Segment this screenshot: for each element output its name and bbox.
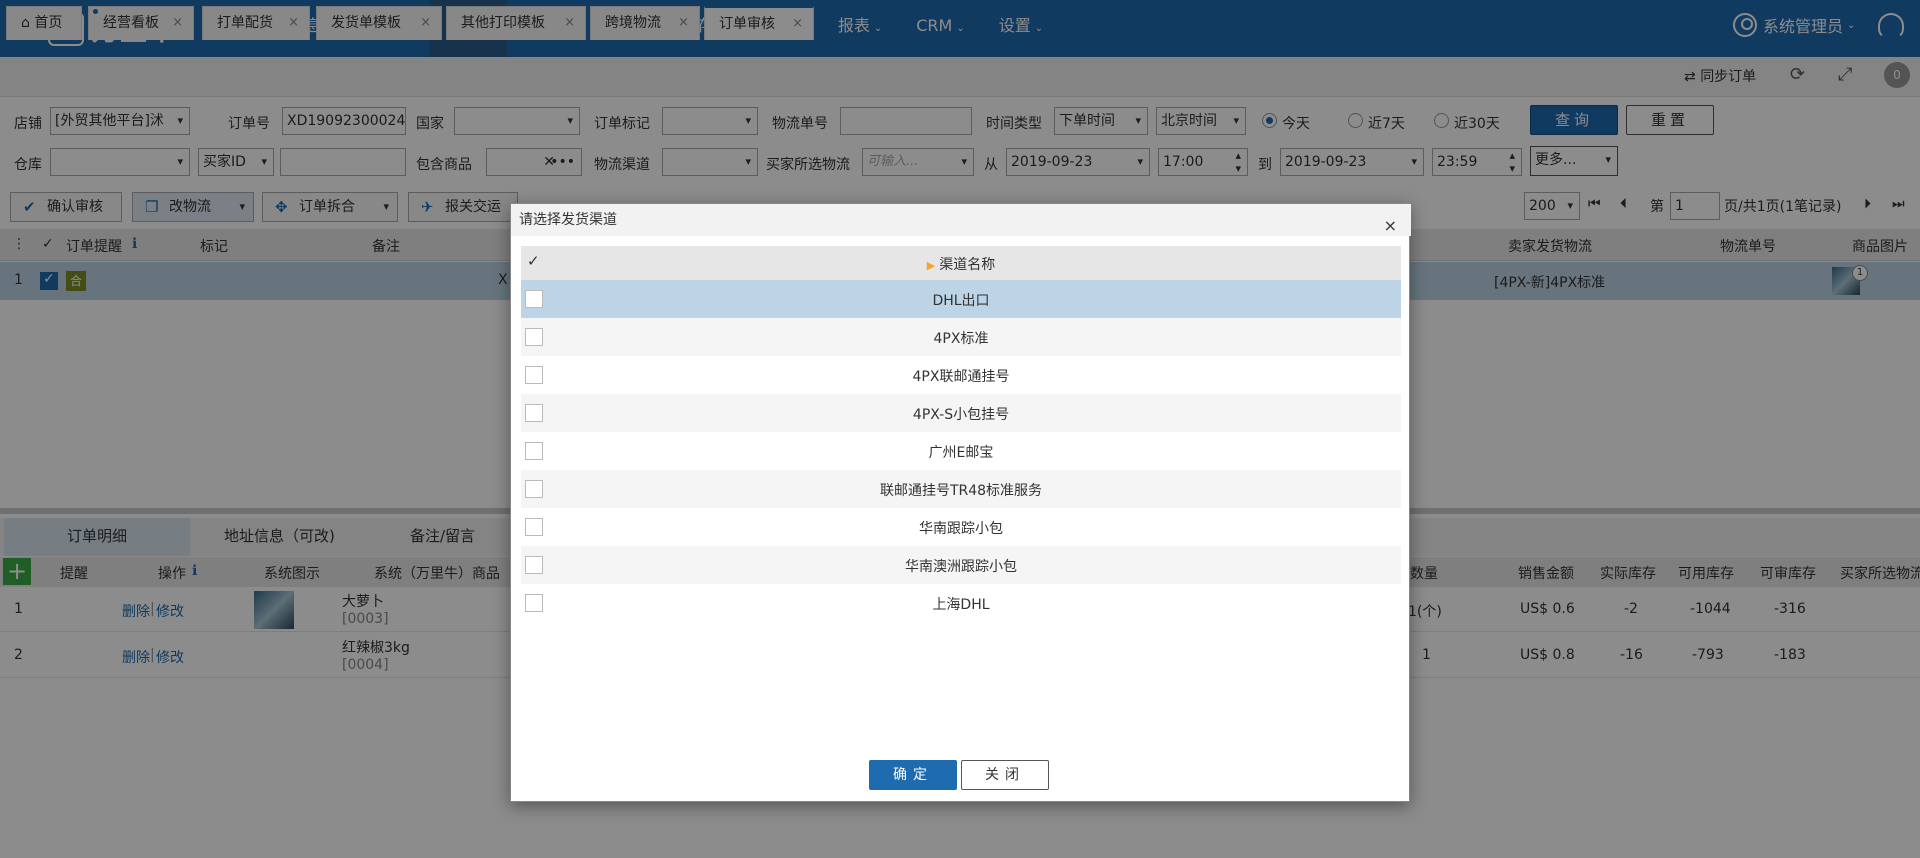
channel-name: 华南跟踪小包 (919, 521, 1003, 537)
list-item[interactable]: DHL出口 (521, 280, 1401, 318)
list-item[interactable]: 联邮通挂号TR48标准服务 (521, 470, 1401, 508)
list-item[interactable]: 4PX标准 (521, 318, 1401, 356)
col-channel-name-label: 渠道名称 (939, 257, 996, 273)
dialog-title-bar: 请选择发货渠道 × (511, 204, 1411, 236)
channel-name: 广州E邮宝 (928, 445, 994, 461)
close-button[interactable]: 关闭 (961, 760, 1049, 790)
confirm-button[interactable]: 确定 (869, 760, 957, 790)
list-item[interactable]: 4PX联邮通挂号 (521, 356, 1401, 394)
channel-name: DHL出口 (932, 293, 990, 309)
list-item[interactable]: 上海DHL (521, 584, 1401, 622)
close-icon[interactable]: × (1384, 210, 1397, 242)
select-channel-dialog: 请选择发货渠道 × ✓ ▶ 渠道名称 DHL出口 4PX标准 4PX联邮通挂号 4… (510, 203, 1411, 802)
channel-name: 4PX-S小包挂号 (912, 407, 1010, 423)
list-item[interactable]: 4PX-S小包挂号 (521, 394, 1401, 432)
list-item[interactable]: 华南澳洲跟踪小包 (521, 546, 1401, 584)
channel-name: 4PX标准 (933, 331, 989, 347)
channel-list-header: ✓ ▶ 渠道名称 (521, 246, 1401, 280)
channel-list: ✓ ▶ 渠道名称 DHL出口 4PX标准 4PX联邮通挂号 4PX-S小包挂号 广… (521, 246, 1401, 622)
col-channel-name[interactable]: ▶ 渠道名称 (521, 254, 1401, 274)
channel-name: 华南澳洲跟踪小包 (905, 559, 1017, 575)
list-item[interactable]: 华南跟踪小包 (521, 508, 1401, 546)
list-item[interactable]: 广州E邮宝 (521, 432, 1401, 470)
channel-name: 联邮通挂号TR48标准服务 (879, 483, 1043, 499)
channel-name: 4PX联邮通挂号 (912, 369, 1010, 385)
channel-name: 上海DHL (932, 597, 990, 613)
dialog-title: 请选择发货渠道 (519, 212, 617, 228)
sort-arrow-icon: ▶ (926, 259, 936, 272)
